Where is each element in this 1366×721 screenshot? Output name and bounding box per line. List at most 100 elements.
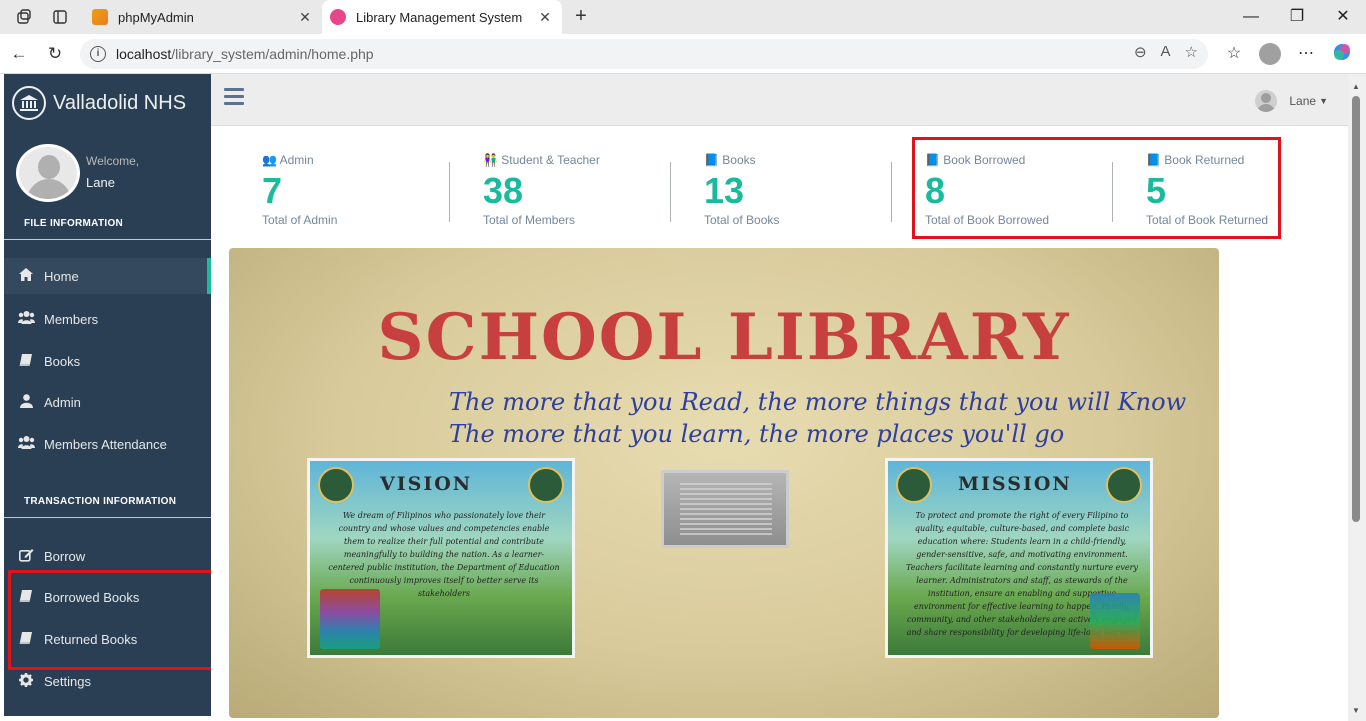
sidebar-item-books[interactable]: Books	[4, 343, 211, 379]
users-icon	[17, 436, 35, 452]
tile-footer: Total of Books	[704, 213, 780, 227]
deped-seal-icon	[1106, 467, 1142, 503]
username: Lane	[86, 175, 115, 190]
vision-poster: VISION We dream of Filipinos who passion…	[307, 458, 575, 658]
book-icon: 📘	[704, 153, 719, 167]
book-icon	[17, 353, 35, 370]
sidebar-item-label: Borrow	[44, 548, 86, 564]
banner-quote-line2: The more that you learn, the more places…	[449, 420, 1065, 448]
sidebar-item-label: Settings	[44, 673, 91, 689]
school-library-photo: SCHOOL LIBRARY The more that you Read, t…	[229, 248, 1219, 718]
tile-count: 7	[262, 170, 283, 211]
tile-footer: Total of Admin	[262, 213, 338, 227]
menu-toggle-icon[interactable]	[224, 88, 244, 108]
tab-actions-icon[interactable]	[50, 7, 70, 27]
user-avatar-icon	[1255, 90, 1278, 112]
avatar	[16, 144, 80, 202]
back-icon[interactable]: ←	[8, 43, 30, 65]
address-bar: ← ↻ i localhost/library_system/admin/hom…	[0, 34, 1366, 74]
mission-poster: MISSION To protect and promote the right…	[885, 458, 1153, 658]
university-icon	[12, 86, 46, 120]
mission-title: MISSION	[958, 473, 1072, 495]
scroll-down-icon[interactable]: ▼	[1352, 706, 1360, 715]
top-navbar: Lane ▼	[211, 74, 1348, 126]
zoom-icon[interactable]: ⊖	[1134, 43, 1147, 61]
user-dropdown[interactable]: Lane ▼	[1255, 90, 1328, 112]
books-illustration-icon	[320, 589, 380, 649]
sidebar-item-label: Members	[44, 311, 99, 327]
sidebar-item-borrow[interactable]: Borrow	[4, 538, 211, 574]
tile-heading: 📘 Books	[704, 153, 756, 167]
annotation-highlight-tiles	[912, 137, 1281, 239]
people-icon: 👫	[483, 153, 498, 167]
phpmyadmin-favicon-icon	[92, 9, 108, 25]
tab-library-management[interactable]: Library Management System ✕	[322, 0, 562, 34]
sidebar-item-admin[interactable]: Admin	[4, 384, 211, 420]
sidebar-item-home[interactable]: Home	[4, 258, 211, 294]
tab-label: Library Management System	[356, 9, 523, 25]
scroll-up-icon[interactable]: ▲	[1352, 82, 1360, 91]
plaque	[661, 470, 789, 548]
users-icon	[17, 311, 35, 327]
browser-titlebar: phpMyAdmin ✕ Library Management System ✕…	[0, 0, 1366, 34]
gear-icon	[17, 672, 35, 690]
tile-count: 38	[483, 170, 524, 211]
user-icon	[17, 393, 35, 411]
vision-title: VISION	[380, 473, 473, 495]
url-field[interactable]: i localhost/library_system/admin/home.ph…	[80, 39, 1208, 69]
site-info-icon[interactable]: i	[90, 46, 106, 62]
profile-avatar-icon[interactable]	[1259, 43, 1281, 65]
restore-icon[interactable]: ❐	[1286, 6, 1308, 28]
deped-seal-icon	[896, 467, 932, 503]
sidebar-item-members[interactable]: Members	[4, 301, 211, 337]
favorite-star-icon[interactable]: ☆	[1185, 43, 1198, 61]
brand[interactable]: Valladolid NHS	[12, 86, 186, 120]
tile-members: 👫 Student & Teacher 38 Total of Members	[450, 146, 671, 236]
section-transaction-information: TRANSACTION INFORMATION	[24, 496, 177, 507]
sidebar-item-label: Members Attendance	[44, 436, 167, 452]
scrollbar-thumb[interactable]	[1352, 96, 1360, 522]
section-file-information: FILE INFORMATION	[24, 218, 124, 229]
users-icon: 👥	[262, 153, 277, 167]
tile-books: 📘 Books 13 Total of Books	[671, 146, 892, 236]
minimize-icon[interactable]: —	[1240, 6, 1262, 28]
copilot-icon[interactable]	[1330, 42, 1354, 66]
main-content: Lane ▼ 👥 Admin 7 Total of Admin 👫 Studen…	[211, 74, 1348, 718]
close-tab-icon[interactable]: ✕	[536, 8, 554, 26]
vision-text: We dream of Filipinos who passionately l…	[328, 511, 560, 598]
tab-label: phpMyAdmin	[118, 9, 194, 25]
sidebar-item-members-attendance[interactable]: Members Attendance	[4, 426, 211, 462]
reload-icon[interactable]: ↻	[44, 43, 66, 65]
read-aloud-icon[interactable]: A	[1161, 43, 1171, 61]
edit-icon	[17, 548, 35, 565]
banner-title: SCHOOL LIBRARY	[377, 300, 1071, 375]
tile-heading: 👥 Admin	[262, 153, 314, 167]
sidebar-item-label: Home	[44, 268, 79, 284]
new-tab-icon[interactable]: +	[570, 6, 592, 28]
tile-admin: 👥 Admin 7 Total of Admin	[229, 146, 450, 236]
close-tab-icon[interactable]: ✕	[296, 8, 314, 26]
url-path: /library_system/admin/home.php	[171, 46, 374, 62]
divider	[4, 239, 211, 240]
wamp-favicon-icon	[330, 9, 346, 25]
more-options-icon[interactable]: ⋯	[1294, 42, 1318, 66]
tile-heading: 👫 Student & Teacher	[483, 153, 600, 167]
tab-phpmyadmin[interactable]: phpMyAdmin ✕	[84, 0, 322, 34]
welcome-text: Welcome,	[86, 154, 140, 168]
tile-footer: Total of Members	[483, 213, 576, 227]
workspaces-icon[interactable]	[14, 7, 34, 27]
brand-name: Valladolid NHS	[53, 91, 187, 114]
sidebar-item-label: Books	[44, 353, 81, 369]
chevron-down-icon: ▼	[1319, 96, 1328, 106]
close-window-icon[interactable]: ✕	[1332, 6, 1354, 28]
divider	[4, 517, 211, 518]
home-icon	[17, 268, 35, 284]
page-scrollbar[interactable]: ▲ ▼	[1348, 74, 1366, 721]
banner-quote-line1: The more that you Read, the more things …	[449, 388, 1187, 416]
tile-count: 13	[704, 170, 745, 211]
deped-seal-icon	[318, 467, 354, 503]
user-dropdown-label: Lane	[1289, 94, 1317, 108]
favorites-icon[interactable]: ☆	[1222, 42, 1246, 66]
deped-seal-icon	[528, 467, 564, 503]
annotation-highlight-sidebar	[8, 570, 225, 670]
